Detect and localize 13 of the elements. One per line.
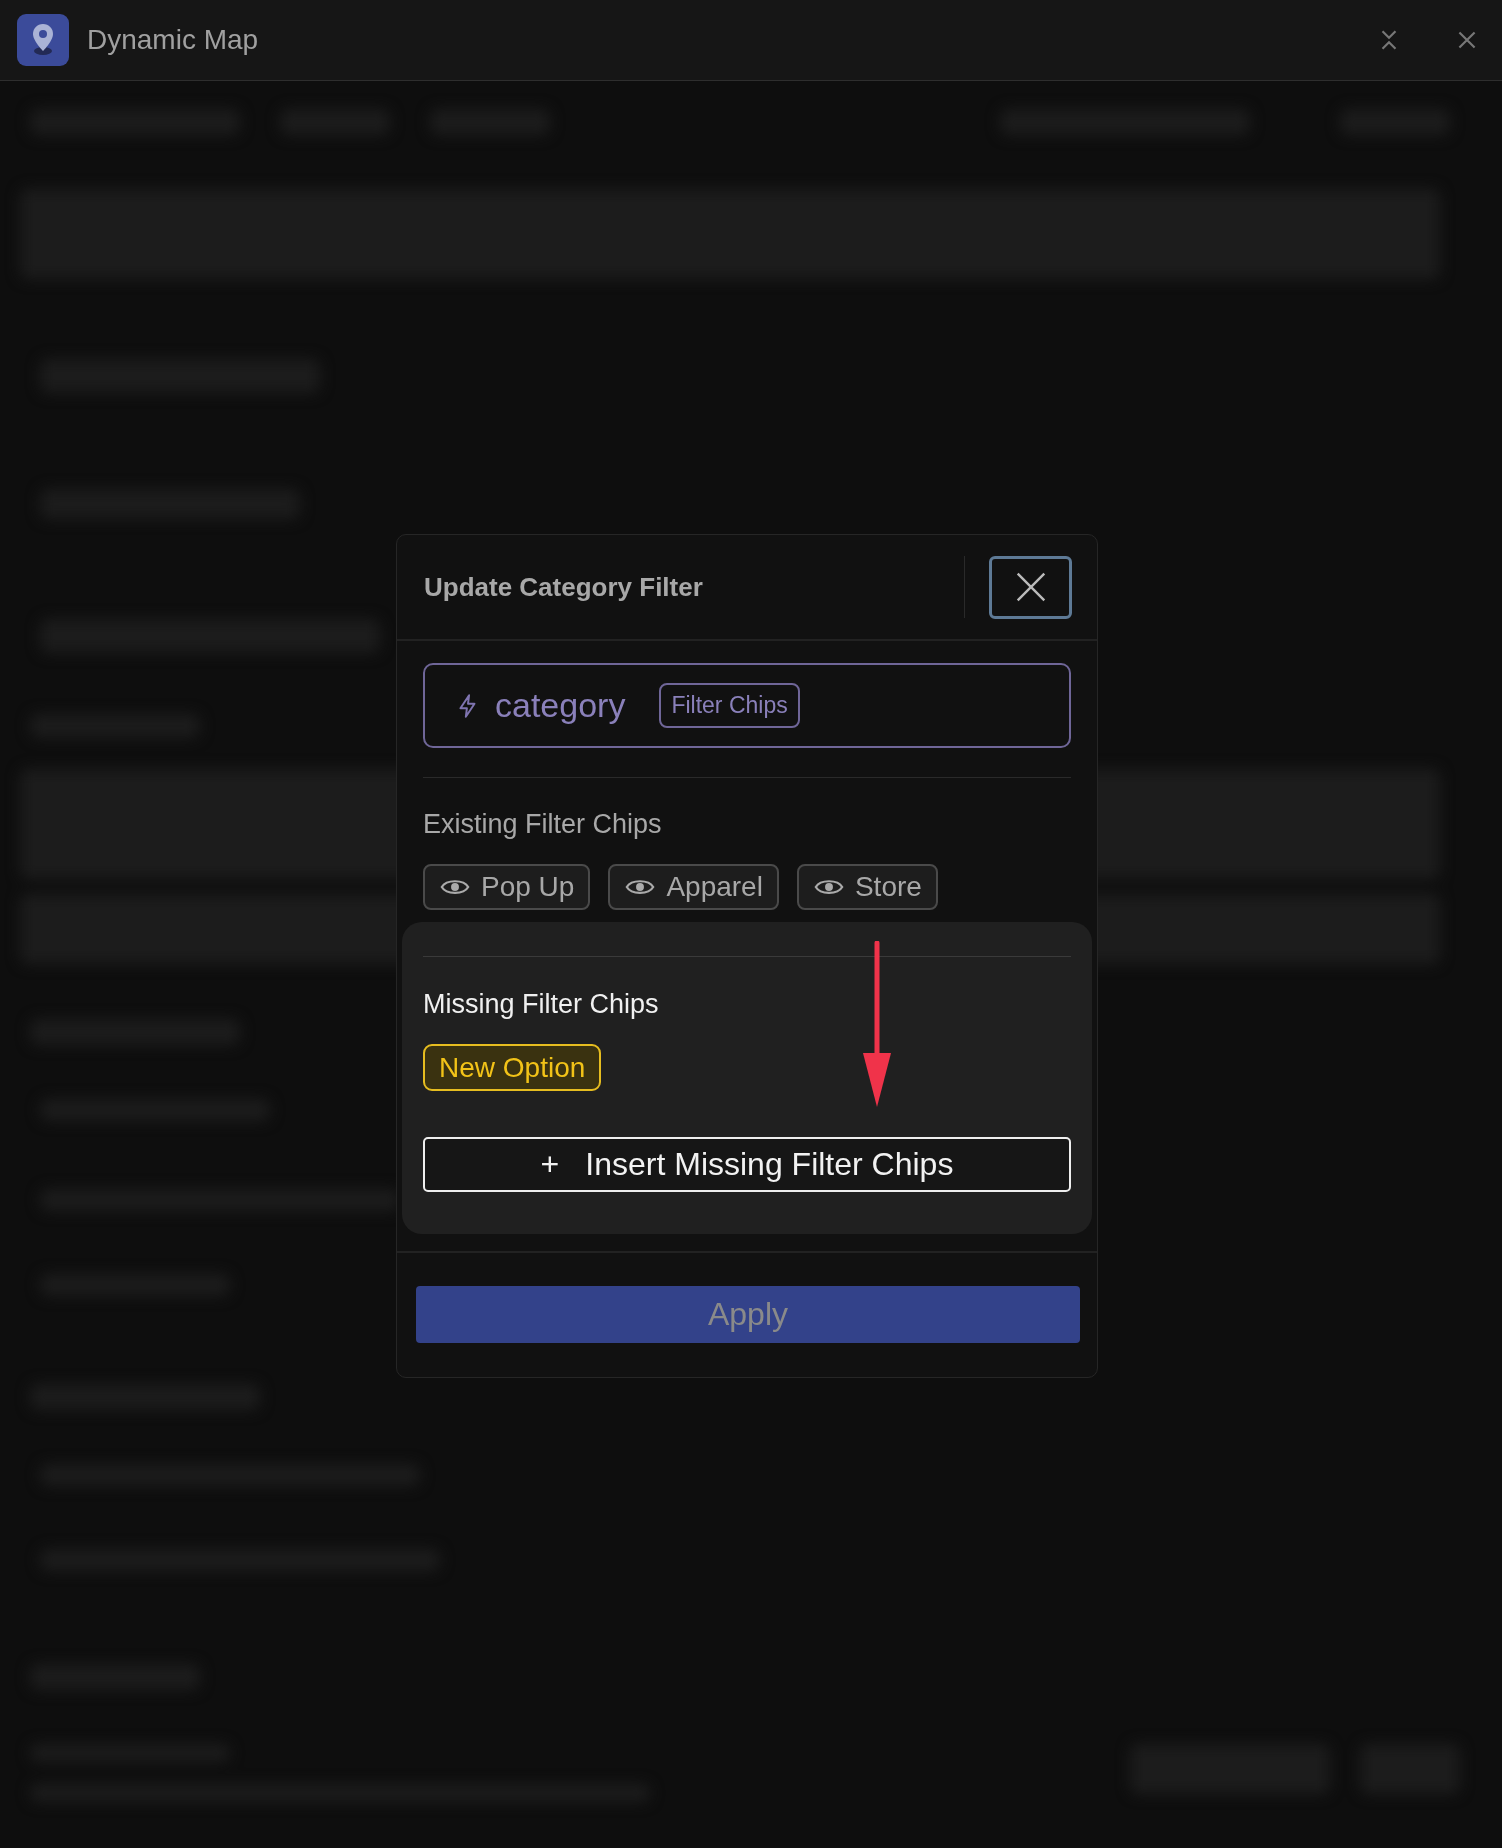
filter-chip[interactable]: Apparel <box>608 864 779 910</box>
map-pin-icon <box>17 14 69 66</box>
filter-chip[interactable]: Pop Up <box>423 864 591 910</box>
field-name: category <box>495 686 626 725</box>
section-heading: Existing Filter Chips <box>423 809 663 840</box>
section-heading: Missing Filter Chips <box>423 989 660 1020</box>
filter-chip[interactable]: Store <box>796 864 938 910</box>
window-title: Dynamic Map <box>87 24 259 56</box>
new-filter-chip: New Option <box>423 1044 602 1091</box>
field-type-tag: Filter Chips <box>659 683 800 728</box>
dialog-title: Update Category Filter <box>424 571 704 603</box>
close-button[interactable] <box>989 555 1072 619</box>
insert-button[interactable]: + Insert Missing Filter Chips <box>423 1137 1071 1192</box>
